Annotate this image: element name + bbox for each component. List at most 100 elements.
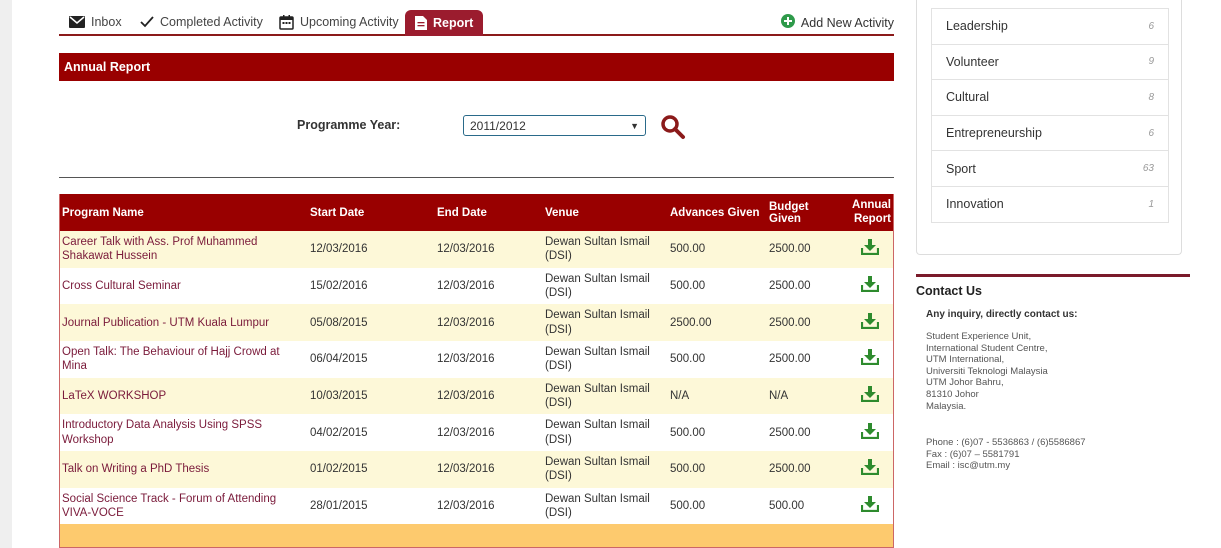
table-header-row: Program Name Start Date End Date Venue A…	[59, 194, 894, 231]
advances-cell: N/A	[667, 377, 766, 415]
table-footer-row	[59, 524, 894, 547]
start-date-cell: 06/04/2015	[307, 341, 434, 378]
category-count: 1	[1148, 198, 1154, 210]
category-item[interactable]: Sport 63	[931, 151, 1169, 187]
venue-cell: Dewan Sultan Ismail (DSI)	[542, 377, 667, 415]
download-report-button[interactable]	[846, 451, 894, 488]
category-name: Entrepreneurship	[946, 126, 1042, 141]
category-item[interactable]: Cultural 8	[931, 80, 1169, 116]
venue-cell: Dewan Sultan Ismail (DSI)	[542, 451, 667, 488]
download-report-button[interactable]	[846, 231, 894, 268]
budget-cell: 2500.00	[766, 267, 846, 305]
budget-cell: 2500.00	[766, 304, 846, 342]
advances-cell: 500.00	[667, 267, 766, 305]
category-list: Leadership 6 Volunteer 9 Cultural 8 Entreprene…	[931, 8, 1169, 223]
venue-cell: Dewan Sultan Ismail (DSI)	[542, 267, 667, 305]
advances-cell: 2500.00	[667, 304, 766, 342]
download-report-button[interactable]	[846, 377, 894, 415]
category-item[interactable]: Leadership 6	[931, 9, 1169, 45]
program-name-cell[interactable]: Talk on Writing a PhD Thesis	[59, 451, 307, 488]
program-name-cell[interactable]: Introductory Data Analysis Using SPSS Wo…	[59, 414, 307, 452]
program-name-cell[interactable]: Journal Publication - UTM Kuala Lumpur	[59, 304, 307, 342]
category-count: 63	[1142, 163, 1154, 175]
annual-report-header: Annual Report	[59, 53, 894, 81]
table-row: Open Talk: The Behaviour of Hajj Crowd a…	[59, 341, 894, 378]
programme-year-label: Programme Year:	[297, 118, 401, 132]
col-venue: Venue	[542, 194, 667, 231]
category-item[interactable]: Volunteer 9	[931, 44, 1169, 81]
chevron-down-icon: ▼	[630, 120, 639, 131]
col-budget-given: Budget Given	[766, 194, 846, 231]
search-button[interactable]	[660, 114, 686, 140]
table-row: LaTeX WORKSHOP 10/03/2015 12/03/2016 Dewan …	[59, 377, 894, 415]
annual-report-table: Program Name Start Date End Date Venue A…	[59, 194, 894, 547]
contact-address: Student Experience Unit, International S…	[926, 331, 1048, 412]
download-report-button[interactable]	[846, 487, 894, 525]
tab-completed-activity[interactable]: Completed Activity	[140, 10, 263, 34]
program-name-cell[interactable]: Open Talk: The Behaviour of Hajj Crowd a…	[59, 341, 307, 378]
start-date-cell: 10/03/2015	[307, 377, 434, 415]
venue-cell: Dewan Sultan Ismail (DSI)	[542, 231, 667, 268]
contact-phone: Phone : (6)07 - 5536863 / (6)5586867	[926, 437, 1086, 448]
download-report-button[interactable]	[846, 414, 894, 452]
advances-cell: 500.00	[667, 341, 766, 378]
tab-upcoming-activity[interactable]: Upcoming Activity	[279, 10, 399, 34]
budget-cell: N/A	[766, 377, 846, 415]
address-line: UTM Johor Bahru,	[926, 377, 1004, 389]
program-name-cell[interactable]: LaTeX WORKSHOP	[59, 377, 307, 415]
category-count: 6	[1148, 20, 1154, 32]
add-new-activity-link[interactable]: Add New Activity	[780, 14, 894, 31]
download-icon	[860, 312, 880, 332]
address-line: 81310 Johor	[926, 388, 979, 400]
tab-report[interactable]: Report	[405, 10, 484, 36]
download-report-button[interactable]	[846, 267, 894, 305]
tab-inbox[interactable]: Inbox	[69, 10, 122, 34]
programme-year-value: 2011/2012	[470, 118, 526, 133]
category-name: Sport	[946, 161, 976, 176]
address-line: Malaysia.	[926, 400, 967, 412]
download-icon	[860, 495, 880, 515]
venue-cell: Dewan Sultan Ismail (DSI)	[542, 341, 667, 378]
category-item[interactable]: Innovation 1	[931, 186, 1169, 223]
end-date-cell: 12/03/2016	[434, 414, 542, 452]
program-name-cell[interactable]: Cross Cultural Seminar	[59, 267, 307, 305]
category-name: Leadership	[946, 19, 1008, 34]
col-start-date: Start Date	[307, 194, 434, 231]
contact-email: Email : isc@utm.my	[926, 460, 1011, 472]
venue-cell: Dewan Sultan Ismail (DSI)	[542, 487, 667, 525]
program-name-cell[interactable]: Career Talk with Ass. Prof Muhammed Shak…	[59, 231, 307, 268]
col-end-date: End Date	[434, 194, 542, 231]
end-date-cell: 12/03/2016	[434, 487, 542, 525]
contact-title: Contact Us	[916, 284, 982, 298]
category-count: 9	[1148, 56, 1154, 68]
start-date-cell: 28/01/2015	[307, 487, 434, 525]
contact-details: Phone : (6)07 - 5536863 / (6)5586867 Fax…	[926, 437, 1086, 472]
programme-year-select[interactable]: 2011/2012 ▼	[463, 115, 646, 136]
plus-circle-icon	[780, 14, 795, 31]
checkmark-icon	[140, 16, 154, 28]
envelope-icon	[69, 16, 85, 28]
download-icon	[860, 459, 880, 478]
col-advances-given: Advances Given	[667, 194, 766, 231]
end-date-cell: 12/03/2016	[434, 267, 542, 305]
start-date-cell: 12/03/2016	[307, 231, 434, 268]
program-name-cell[interactable]: Social Science Track - Forum of Attendin…	[59, 487, 307, 525]
venue-cell: Dewan Sultan Ismail (DSI)	[542, 414, 667, 452]
activity-tabs: Inbox Completed Activity Upcoming Activi…	[59, 0, 894, 36]
advances-cell: 500.00	[667, 231, 766, 268]
category-name: Innovation	[946, 197, 1004, 212]
calendar-icon	[279, 14, 294, 30]
table-row: Social Science Track - Forum of Attendin…	[59, 487, 894, 525]
end-date-cell: 12/03/2016	[434, 304, 542, 342]
table-row: Introductory Data Analysis Using SPSS Wo…	[59, 414, 894, 452]
download-report-button[interactable]	[846, 341, 894, 378]
table-row: Career Talk with Ass. Prof Muhammed Shak…	[59, 231, 894, 268]
download-report-button[interactable]	[846, 304, 894, 342]
col-annual-report-line2: Report	[853, 212, 891, 225]
category-panel: Leadership 6 Volunteer 9 Cultural 8 Entreprene…	[916, 0, 1182, 255]
tab-report-label: Report	[433, 16, 474, 30]
end-date-cell: 12/03/2016	[434, 231, 542, 268]
category-item[interactable]: Entrepreneurship 6	[931, 115, 1169, 152]
address-line: Student Experience Unit,	[926, 331, 1032, 342]
start-date-cell: 01/02/2015	[307, 451, 434, 488]
